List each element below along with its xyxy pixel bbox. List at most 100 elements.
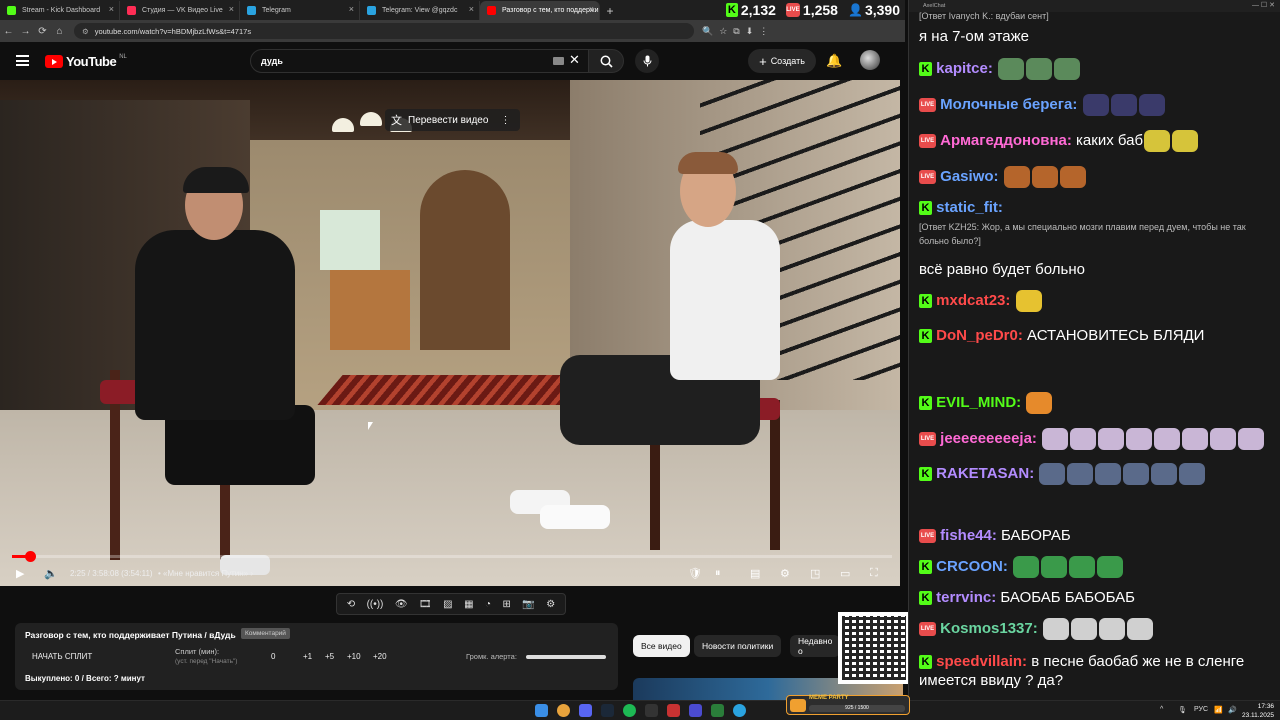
chat-username[interactable]: EVIL_MIND: [936,394,1021,411]
screenshot-icon[interactable]: 📷 [522,599,534,610]
menu-icon[interactable]: ⋮ [759,26,768,37]
scrubber-handle[interactable] [24,551,36,562]
app-icon-blue[interactable] [689,704,702,717]
play-icon[interactable]: ▶ [16,567,24,580]
tray-chevron-icon[interactable]: ^ [1160,706,1163,713]
search-input[interactable]: дудь [250,49,590,73]
start-split-button[interactable]: НАЧАТЬ СПЛИТ [32,652,92,661]
notifications-bell-icon[interactable]: 🔔 [826,53,842,69]
add-20-button[interactable]: +20 [373,652,387,661]
film-icon[interactable]: 🎞 [419,599,432,610]
voice-search-button[interactable] [635,49,659,73]
chip-politics-news[interactable]: Новости политики [694,635,782,657]
browser-tab[interactable]: Telegram: View @gqzdc × [360,1,480,20]
app-icon-red[interactable] [667,704,680,717]
translate-video-button[interactable]: 文 Перевести видео ⋮ [385,109,521,131]
shield-icon[interactable]: 🛡 [688,567,702,580]
steam-icon[interactable] [601,704,614,717]
chapter-title[interactable]: • «Мне нравится Путин» › [158,569,253,578]
download-icon[interactable]: ⬇ [746,26,754,37]
kick-icon: K [919,396,932,410]
fullscreen-icon[interactable]: ⛶ [870,567,878,580]
bookmark-icon[interactable]: ☆ [719,26,727,37]
site-info-icon[interactable]: ⚙ [82,27,89,36]
eye-icon[interactable]: 👁 [395,599,408,610]
browser-tab[interactable]: Разговор с тем, кто поддержи × [480,1,600,20]
app-icon-green[interactable] [711,704,724,717]
speaker-icon[interactable]: 🔊 [1228,706,1237,714]
chat-username[interactable]: Молочные берега: [940,96,1077,113]
chat-username[interactable]: RAKETASAN: [936,465,1034,482]
chat-username[interactable]: kapitce: [936,60,993,77]
broadcast-icon[interactable]: ((•)) [367,599,384,610]
chat-username[interactable]: DoN_peDr0: [936,327,1023,344]
emote-icon [1238,428,1265,450]
chat-username[interactable]: Gasiwo: [940,168,998,185]
forward-icon[interactable]: → [17,26,34,37]
tab-close-icon[interactable]: × [229,4,234,14]
clear-search-icon[interactable]: ✕ [569,52,580,68]
browser-tab[interactable]: Telegram × [240,1,360,20]
subtitles-icon[interactable]: ▤ [750,567,760,580]
add-1-button[interactable]: +1 [303,652,312,661]
tab-close-icon[interactable]: × [109,4,114,14]
create-button[interactable]: + Создать [748,49,816,73]
chat-username[interactable]: CRCOON: [936,558,1008,575]
chrome-icon[interactable] [557,704,570,717]
tab-close-icon[interactable]: × [349,4,354,14]
chat-username[interactable]: terrvinc: [936,589,996,606]
chat-username[interactable]: Kosmos1337: [940,620,1038,637]
tab-close-icon[interactable]: × [589,4,594,14]
chat-username[interactable]: jeeeeeeeeeja: [940,430,1037,447]
browser-tab[interactable]: Студия — VK Видео Live × [120,1,240,20]
chip-recent[interactable]: Недавно о [790,635,840,657]
video-player[interactable]: 文 Перевести видео ⋮ ▶ 🔈 2:25 / 3:58:08 (… [0,80,900,586]
keyboard-icon[interactable] [553,57,564,65]
zoom-icon[interactable]: 🔍 [702,26,713,37]
obs-icon[interactable] [645,704,658,717]
tab-close-icon[interactable]: × [469,4,474,14]
add-10-button[interactable]: +10 [347,652,361,661]
clock[interactable]: 17:36 23.11.2025 [1242,702,1274,720]
discord-icon[interactable] [579,704,592,717]
browser-tab[interactable]: Stream - Kick Dashboard × [0,1,120,20]
chat-username[interactable]: fishe44: [940,527,997,544]
loop-icon[interactable]: ⟲ [347,599,355,610]
chat-username[interactable]: speedvillain: [936,653,1027,670]
search-button[interactable] [588,49,624,73]
tray-mic-icon[interactable]: 🎙 [1178,706,1187,714]
settings-gear-icon[interactable]: ⚙ [780,567,790,580]
spotify-icon[interactable] [623,704,636,717]
hamburger-menu-icon[interactable] [16,55,29,66]
chat-username[interactable]: Армагеддоновна: [940,132,1072,149]
reload-icon[interactable]: ⟳ [34,26,51,37]
new-tab-button[interactable]: + [600,1,620,20]
add-icon[interactable]: ⊞ [502,599,510,610]
chat-username[interactable]: mxdcat23: [936,292,1010,309]
home-icon[interactable]: ⌂ [51,26,68,37]
language-indicator[interactable]: РУС [1194,706,1208,713]
frames-icon[interactable]: ▦ [464,599,473,610]
autoplay-toggle[interactable]: ⏸ [715,567,721,580]
alert-volume-slider[interactable] [526,655,606,659]
video-progress-bar[interactable] [12,551,892,562]
theater-mode-icon[interactable]: ▭ [840,567,850,580]
more-vert-icon[interactable]: ⋮ [500,115,510,126]
avatar[interactable] [860,50,880,70]
extensions-icon[interactable]: ⧉ [733,26,739,37]
add-5-button[interactable]: +5 [325,652,334,661]
speed-icon[interactable]: ◔ [485,599,491,610]
miniplayer-icon[interactable]: ◳ [810,567,820,580]
youtube-logo[interactable]: YouTube NL [45,54,127,69]
wifi-icon[interactable]: 📶 [1214,706,1223,714]
image-icon[interactable]: ▨ [443,599,452,610]
chip-all-videos[interactable]: Все видео [633,635,690,657]
start-icon[interactable] [535,704,548,717]
url-field[interactable]: ⚙ youtube.com/watch?v=hBDMjbzLfWs&t=4717… [74,23,694,39]
volume-icon[interactable]: 🔈 [44,567,58,580]
telegram-icon[interactable] [733,704,746,717]
back-icon[interactable]: ← [0,26,17,37]
chat-username[interactable]: static_fit: [936,199,1003,216]
settings-icon[interactable]: ⚙ [546,599,555,610]
comment-badge[interactable]: Комментарий [241,628,290,639]
